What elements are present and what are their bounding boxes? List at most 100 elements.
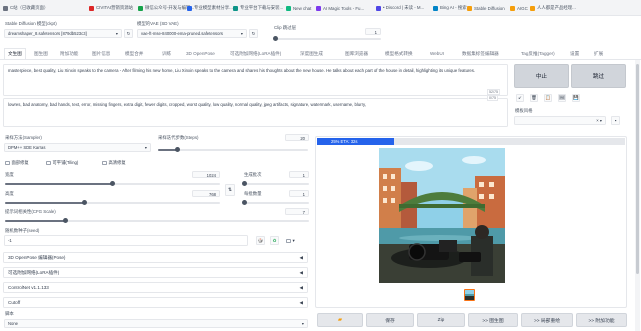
batch-size-slider[interactable] — [241, 200, 309, 206]
tab-gallery[interactable]: 图库浏览器 — [345, 51, 368, 57]
generated-image[interactable] — [379, 148, 505, 283]
gallery-thumbnail[interactable] — [464, 289, 475, 301]
tab-settings[interactable]: 设置 — [570, 51, 579, 57]
bookmark-item[interactable]: • Discord | 未读 - M... — [376, 0, 424, 16]
tab-img2img[interactable]: 图生图 — [34, 51, 48, 57]
swap-dimensions-button[interactable]: ⇅ — [225, 184, 235, 196]
scrollbar-thumb[interactable] — [636, 64, 639, 274]
clip-skip-thumb[interactable] — [273, 36, 278, 42]
trash-icon[interactable]: 🗑 — [530, 94, 538, 102]
accordion-controlnet[interactable]: ControlNet v1.1.133 ◀ — [3, 282, 308, 293]
bookmark-favicon-icon — [376, 5, 381, 11]
open-folder-button[interactable]: ▰ — [317, 313, 363, 327]
width-label: 宽度 — [5, 172, 14, 177]
bookmark-item[interactable]: 专业平台下载与安装... — [233, 0, 283, 16]
negative-prompt-input[interactable]: lowres, bad anatomy, bad hands, text, er… — [3, 98, 508, 127]
restore-faces-checkbox[interactable]: 面部修复 — [5, 160, 29, 166]
tab-dataset-tag[interactable]: 数据集标签编辑器 — [462, 51, 499, 57]
clip-skip-input[interactable]: 1 — [365, 28, 381, 35]
save-button[interactable]: 保存 — [366, 313, 414, 327]
tab-extensions[interactable]: 扩展 — [594, 51, 603, 57]
send-to-img2img-button[interactable]: >> 图生图 — [468, 313, 518, 327]
steps-slider-thumb[interactable] — [175, 147, 180, 153]
tab-depth[interactable]: 深度图生成 — [300, 51, 323, 57]
steps-input[interactable]: 20 — [285, 134, 309, 141]
tab-convert[interactable]: 模型格式转换 — [385, 51, 413, 57]
restore-faces-label: 面部修复 — [11, 160, 29, 165]
scrollbar[interactable] — [635, 60, 640, 331]
checkpoint-select[interactable]: dreamshaper_8.safetensors [879db523c3] ▾ — [4, 29, 122, 38]
tab-lora[interactable]: 可选附加网络(LoRA插件) — [230, 51, 281, 57]
bookmark-item[interactable]: 人人都是产品经理... — [530, 0, 576, 16]
accordion-cutoff[interactable]: Cutoff ◀ — [3, 297, 308, 308]
bookmark-item[interactable]: C站（已收藏页面） — [3, 0, 48, 16]
tab-webui[interactable]: WebUI — [430, 51, 444, 56]
batch-count-slider[interactable] — [241, 181, 309, 187]
bookmark-item[interactable]: AI Magic Tools - Fu... — [316, 0, 364, 16]
send-to-extras-button[interactable]: >> 附加功能 — [576, 313, 627, 327]
width-slider[interactable] — [5, 181, 220, 187]
styles-select[interactable]: × ▾ — [514, 116, 606, 125]
bookmark-item[interactable]: 微信公众号-开发与编辑... — [138, 0, 194, 16]
accordion-openpose[interactable]: 3D OpenPose 编辑器(Pose) ◀ — [3, 252, 308, 263]
save-style-icon[interactable]: 💾 — [572, 94, 580, 102]
cfg-slider[interactable] — [5, 218, 309, 224]
positive-prompt-input[interactable]: masterpiece, best quality, Liu Xinxin sp… — [3, 64, 508, 96]
refresh-vae-button[interactable]: ↻ — [249, 29, 258, 38]
skip-button[interactable]: 跳过 — [571, 64, 626, 88]
interrupt-button[interactable]: 中止 — [514, 64, 569, 88]
bookmark-favicon-icon — [89, 5, 94, 11]
reuse-seed-icon[interactable]: ♻ — [270, 236, 279, 245]
height-input[interactable]: 768 — [192, 190, 220, 197]
accordion-lora[interactable]: 可选附加网络(LoRA插件) ◀ — [3, 267, 308, 278]
bookmark-label: • Discord | 未读 - M... — [383, 5, 425, 10]
tab-png-info[interactable]: 图片信息 — [92, 51, 110, 57]
bookmark-item[interactable]: 专业模型素材分享... — [187, 0, 233, 16]
send-to-inpaint-button[interactable]: >> 局部重绘 — [521, 313, 573, 327]
batch-count-slider-thumb[interactable] — [241, 181, 247, 187]
paste-params-icon[interactable]: ↙ — [516, 94, 524, 102]
bookmark-favicon-icon — [138, 5, 143, 11]
extra-seed-checkbox[interactable]: ▾ — [286, 238, 295, 244]
script-select[interactable]: None ▾ — [4, 319, 308, 328]
style-apply-button[interactable]: ▪ — [611, 116, 620, 125]
batch-count-input[interactable]: 1 — [289, 171, 309, 178]
bookmark-favicon-icon — [510, 5, 515, 11]
vae-select[interactable]: vae-ft-mse-840000-ema-pruned.safetensors… — [137, 29, 247, 38]
clip-skip-label: Clip 跳过层 — [274, 25, 296, 30]
tab-openpose[interactable]: 3D OpenPose — [186, 51, 215, 56]
bookmark-favicon-icon — [3, 5, 8, 11]
vae-label: 模型的VAE (SD VAE) — [137, 21, 179, 26]
sampler-select[interactable]: DPM++ SDE Karras ▾ — [4, 143, 151, 152]
tiling-checkbox[interactable]: 可平铺(Tiling) — [46, 160, 78, 166]
bookmark-item[interactable]: AIGC — [510, 0, 528, 16]
bookmark-item[interactable]: Bing AI - 搜索 — [433, 0, 467, 16]
width-slider-thumb[interactable] — [110, 181, 115, 187]
tab-txt2img[interactable]: 文生图 — [4, 48, 26, 59]
height-slider-thumb[interactable] — [82, 200, 88, 206]
bookmark-item[interactable]: New chat — [286, 0, 311, 16]
bookmark-item[interactable]: CIVITAI营销资源站 — [89, 0, 133, 16]
hires-fix-checkbox[interactable]: 高清修复 — [102, 160, 126, 166]
sampler-value: DPM++ SDE Karras — [8, 145, 46, 150]
batch-size-input[interactable]: 1 — [289, 190, 309, 197]
tab-merge[interactable]: 模型合并 — [125, 51, 143, 57]
random-seed-icon[interactable]: 🎲 — [256, 236, 265, 245]
clear-x-icon: × ▾ — [596, 118, 602, 123]
clipboard-icon[interactable]: 📋 — [544, 94, 552, 102]
seed-input[interactable]: -1 — [4, 235, 248, 246]
tab-extras[interactable]: 附加功能 — [60, 51, 78, 57]
batch-size-slider-thumb[interactable] — [241, 200, 247, 206]
width-input[interactable]: 1024 — [192, 171, 220, 178]
clip-skip-slider[interactable] — [273, 36, 381, 42]
image-icon[interactable]: 🖼 — [558, 94, 566, 102]
tab-tagger[interactable]: Tag反推(Tagger) — [521, 51, 555, 57]
refresh-checkpoint-button[interactable]: ↻ — [124, 29, 133, 38]
steps-slider[interactable] — [158, 147, 308, 153]
tab-train[interactable]: 训练 — [162, 51, 171, 57]
height-slider[interactable] — [5, 200, 220, 206]
bookmark-item[interactable]: Stable Diffusion — [467, 0, 505, 16]
cfg-input[interactable]: 7 — [285, 208, 309, 215]
zip-button[interactable]: Zip — [417, 313, 465, 327]
cfg-slider-thumb[interactable] — [63, 218, 69, 224]
